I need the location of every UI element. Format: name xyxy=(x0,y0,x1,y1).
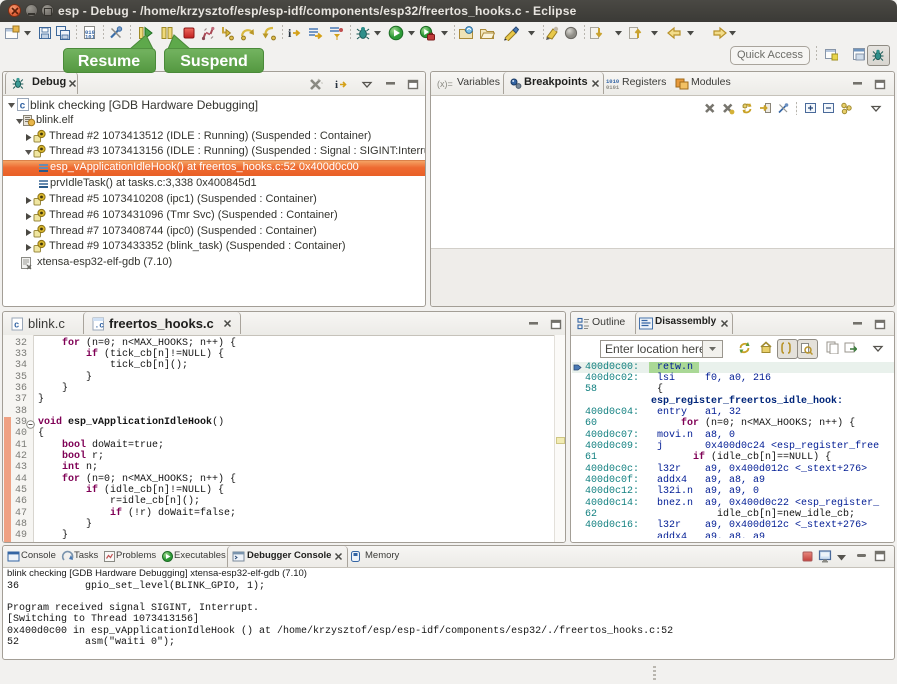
svg-text:0101: 0101 xyxy=(606,84,620,90)
svg-text:Resume: Resume xyxy=(78,53,140,70)
svg-text:(x)=: (x)= xyxy=(437,79,453,89)
svg-text:c: c xyxy=(20,102,26,113)
svg-text:c: c xyxy=(14,321,19,331)
svg-text:i: i xyxy=(288,26,292,40)
svg-text:i: i xyxy=(335,79,338,91)
svg-text:.c: .c xyxy=(95,322,105,331)
svg-text:Suspend: Suspend xyxy=(180,53,248,70)
